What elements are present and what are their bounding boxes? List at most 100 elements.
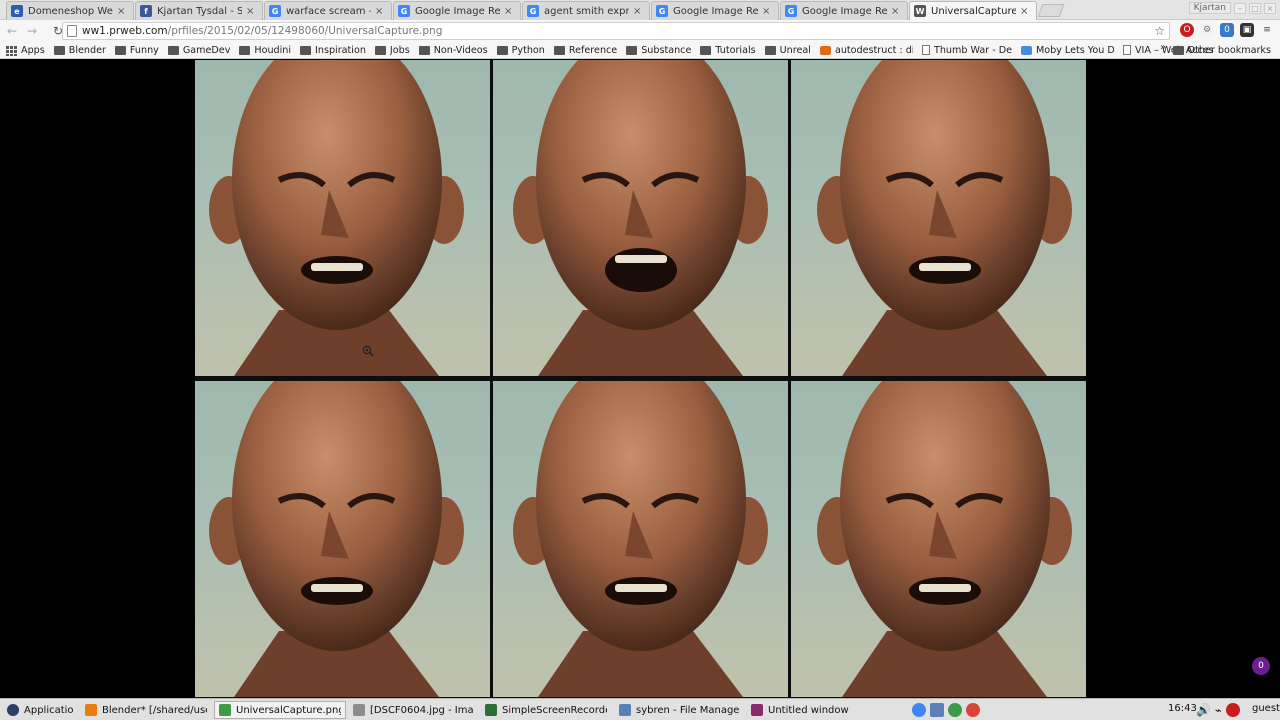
tab-close-icon[interactable]: ×: [117, 6, 127, 17]
address-bar[interactable]: ww1.prweb.com /prfiles/2015/02/05/124980…: [62, 22, 1170, 40]
folder-icon: [626, 45, 638, 55]
bookmark-item[interactable]: Inspiration: [300, 45, 366, 56]
extension-dark-icon[interactable]: ▣: [1240, 23, 1254, 37]
face-portrait: [513, 381, 768, 697]
browser-tab[interactable]: G Google Image Result ×: [393, 1, 521, 20]
google-icon: G: [785, 5, 797, 17]
volume-icon[interactable]: 🔊: [1196, 703, 1211, 717]
bookmark-item[interactable]: Blender: [53, 44, 106, 56]
url-host: ww1.prweb.com: [82, 25, 168, 37]
browser-tab[interactable]: e Domeneshop Webmail ×: [6, 1, 134, 20]
tab-close-icon[interactable]: ×: [891, 6, 901, 17]
taskbar-window-button[interactable]: SimpleScreenRecorder: [480, 701, 612, 719]
bookmark-item[interactable]: Houdini: [239, 45, 291, 56]
chrome-icon: [219, 704, 231, 716]
maximize-icon[interactable]: □: [1249, 2, 1261, 14]
browser-tab[interactable]: Gwarface scream - Goo ×: [264, 1, 392, 20]
menu-icon[interactable]: ≡: [1260, 23, 1274, 37]
bookmark-item[interactable]: Substance: [626, 45, 691, 56]
bookmark-item[interactable]: Jobs: [374, 45, 410, 56]
folder-icon: [53, 45, 65, 55]
taskbar-window-button[interactable]: sybren - File Manager: [614, 701, 744, 719]
session-user[interactable]: guest: [1252, 703, 1280, 714]
image-tile: [791, 60, 1086, 376]
tab-close-icon[interactable]: ×: [1020, 6, 1030, 17]
bookmark-item[interactable]: GameDev: [167, 45, 230, 56]
bookmark-item[interactable]: autodestruct : dig: [819, 45, 913, 56]
forward-icon[interactable]: →: [24, 23, 40, 39]
bookmark-item[interactable]: Funny: [114, 44, 159, 56]
bookmark-item[interactable]: Moby Lets You Do: [1020, 45, 1114, 56]
filemanager-workspace-icon[interactable]: [930, 703, 944, 717]
taskbar-window-label: sybren - File Manager: [636, 704, 739, 716]
minimize-icon[interactable]: –: [1234, 2, 1246, 14]
clock[interactable]: 16:43: [1168, 703, 1197, 714]
google-icon: G: [398, 5, 410, 17]
folder-icon: [496, 45, 508, 55]
network-icon[interactable]: ⌁: [1215, 704, 1222, 717]
folder-icon: [619, 704, 631, 716]
tab-close-icon[interactable]: ×: [375, 6, 385, 17]
desktop-taskbar: Applications 16:43 🔊 ⌁ guest Blender* [/…: [0, 698, 1280, 720]
taskbar-window-button[interactable]: UniversalCapture.png (1...: [214, 701, 346, 719]
browser-tab[interactable]: Gagent smith expressi ×: [522, 1, 650, 20]
back-icon[interactable]: ←: [4, 23, 20, 39]
image-tile: [791, 381, 1086, 697]
bookmark-label: Apps: [21, 44, 45, 56]
tab-close-icon[interactable]: ×: [762, 6, 772, 17]
bookmark-star-icon[interactable]: ☆: [1154, 23, 1165, 39]
webmail-icon: e: [11, 5, 23, 17]
browser-tab[interactable]: W UniversalCapture.png ×: [909, 1, 1037, 20]
bookmark-item[interactable]: Apps: [6, 45, 45, 56]
applications-menu[interactable]: Applications: [2, 701, 78, 719]
folder-icon: [764, 45, 776, 55]
tab-close-icon[interactable]: ×: [633, 6, 643, 17]
page-content: 0: [0, 60, 1280, 698]
face-portrait: [817, 60, 1072, 376]
other-bookmarks[interactable]: Other bookmarks: [1172, 42, 1271, 58]
bookmark-label: Blender: [68, 44, 106, 56]
browser-tab[interactable]: G Google Image Result ×: [651, 1, 779, 20]
url-path: /prfiles/2015/02/05/12498060/UniversalCa…: [167, 25, 443, 37]
notification-badge[interactable]: 0: [1252, 657, 1270, 675]
new-tab-button[interactable]: [1037, 4, 1065, 17]
profile-button[interactable]: Kjartan: [1188, 2, 1231, 14]
taskbar-window-button[interactable]: Untitled window: [746, 701, 878, 719]
workspace-switcher[interactable]: [912, 701, 1037, 719]
bookmark-label: Funny: [129, 44, 159, 56]
image-tile: [493, 60, 788, 376]
bookmark-item[interactable]: Tutorials: [700, 44, 756, 56]
tab-strip: Kjartan – □ × e Domeneshop Webmail × f Kjart…: [0, 0, 1280, 20]
opera-extension-icon[interactable]: O: [1180, 23, 1194, 37]
bookmarks-overflow-icon[interactable]: »: [1160, 42, 1166, 53]
tab-title: agent smith expressi: [544, 5, 629, 17]
bookmark-label: Tutorials: [715, 44, 756, 56]
bookmark-item[interactable]: Python: [496, 44, 545, 56]
folder-icon: [700, 45, 712, 55]
power-icon[interactable]: [1225, 703, 1240, 717]
browser-tab[interactable]: G Google Image Result ×: [780, 1, 908, 20]
extension-icon[interactable]: ⚙: [1200, 23, 1214, 37]
extension-badge-icon[interactable]: 0: [1220, 23, 1234, 37]
chrome-workspace-icon[interactable]: [948, 703, 962, 717]
displayed-image[interactable]: [195, 60, 1086, 698]
close-window-icon[interactable]: ×: [1264, 2, 1276, 14]
blogger-icon: [819, 45, 831, 55]
bookmark-label: Python: [511, 44, 545, 56]
taskbar-window-button[interactable]: Blender* [/shared/users/...: [80, 701, 212, 719]
taskbar-window-label: Untitled window: [768, 704, 849, 716]
page-icon: [921, 45, 930, 55]
taskbar-window-button[interactable]: [DSCF0604.jpg - Image ...: [348, 701, 478, 719]
bookmark-item[interactable]: Reference: [553, 45, 617, 56]
face-portrait: [817, 381, 1072, 697]
tab-close-icon[interactable]: ×: [504, 6, 514, 17]
tab-title: UniversalCapture.png: [931, 5, 1016, 17]
chrome-workspace-icon[interactable]: [966, 703, 980, 717]
bookmark-item[interactable]: Non-Videos: [418, 45, 488, 56]
chrome-workspace-icon[interactable]: [912, 703, 926, 717]
tab-close-icon[interactable]: ×: [246, 6, 256, 17]
browser-tab[interactable]: f Kjartan Tysdal - Soon ×: [135, 1, 263, 20]
bookmark-item[interactable]: Thumb War - Desi: [921, 45, 1012, 56]
bookmark-item[interactable]: Unreal: [764, 45, 811, 56]
taskbar-window-label: Blender* [/shared/users/...: [102, 704, 207, 716]
